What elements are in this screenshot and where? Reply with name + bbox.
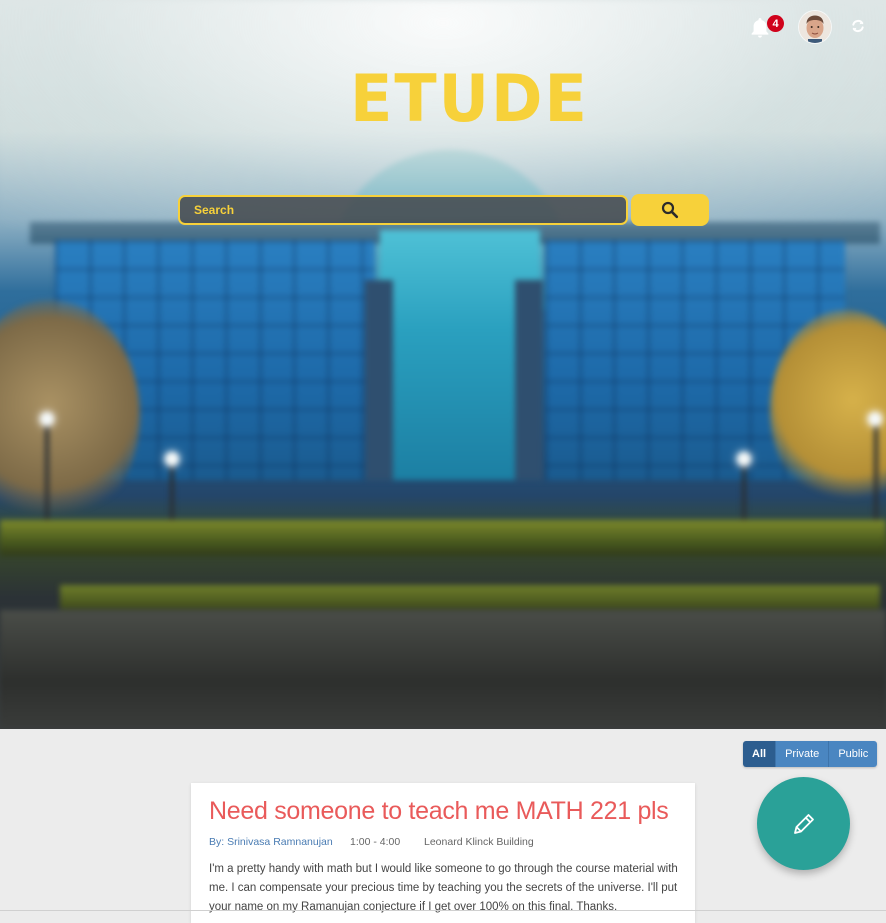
refresh-button[interactable] bbox=[851, 19, 865, 33]
search-icon bbox=[661, 201, 679, 219]
post-author-link[interactable]: By: Srinivasa Ramnanujan bbox=[209, 836, 333, 848]
pencil-icon bbox=[793, 813, 814, 834]
page-bottom-divider bbox=[0, 910, 886, 911]
notification-count-badge: 4 bbox=[767, 15, 784, 32]
etude-logo: ETUDE bbox=[350, 60, 589, 137]
filter-all-button[interactable]: All bbox=[743, 741, 777, 767]
avatar-image bbox=[799, 11, 831, 43]
search-button[interactable] bbox=[631, 194, 709, 226]
search-input[interactable] bbox=[178, 195, 628, 225]
filter-public-button[interactable]: Public bbox=[829, 741, 878, 767]
user-avatar[interactable] bbox=[799, 11, 831, 43]
post-card[interactable]: Need someone to teach me MATH 221 pls By… bbox=[191, 783, 695, 923]
filter-private-button[interactable]: Private bbox=[776, 741, 830, 767]
post-body: I'm a pretty handy with math but I would… bbox=[209, 863, 678, 913]
create-post-button[interactable] bbox=[757, 777, 850, 870]
post-location: Leonard Klinck Building bbox=[424, 836, 534, 848]
refresh-icon bbox=[852, 19, 864, 33]
post-title[interactable]: Need someone to teach me MATH 221 pls bbox=[209, 797, 669, 826]
post-time: 1:00 - 4:00 bbox=[350, 836, 401, 848]
visibility-filter-group: All Private Public bbox=[743, 741, 878, 767]
